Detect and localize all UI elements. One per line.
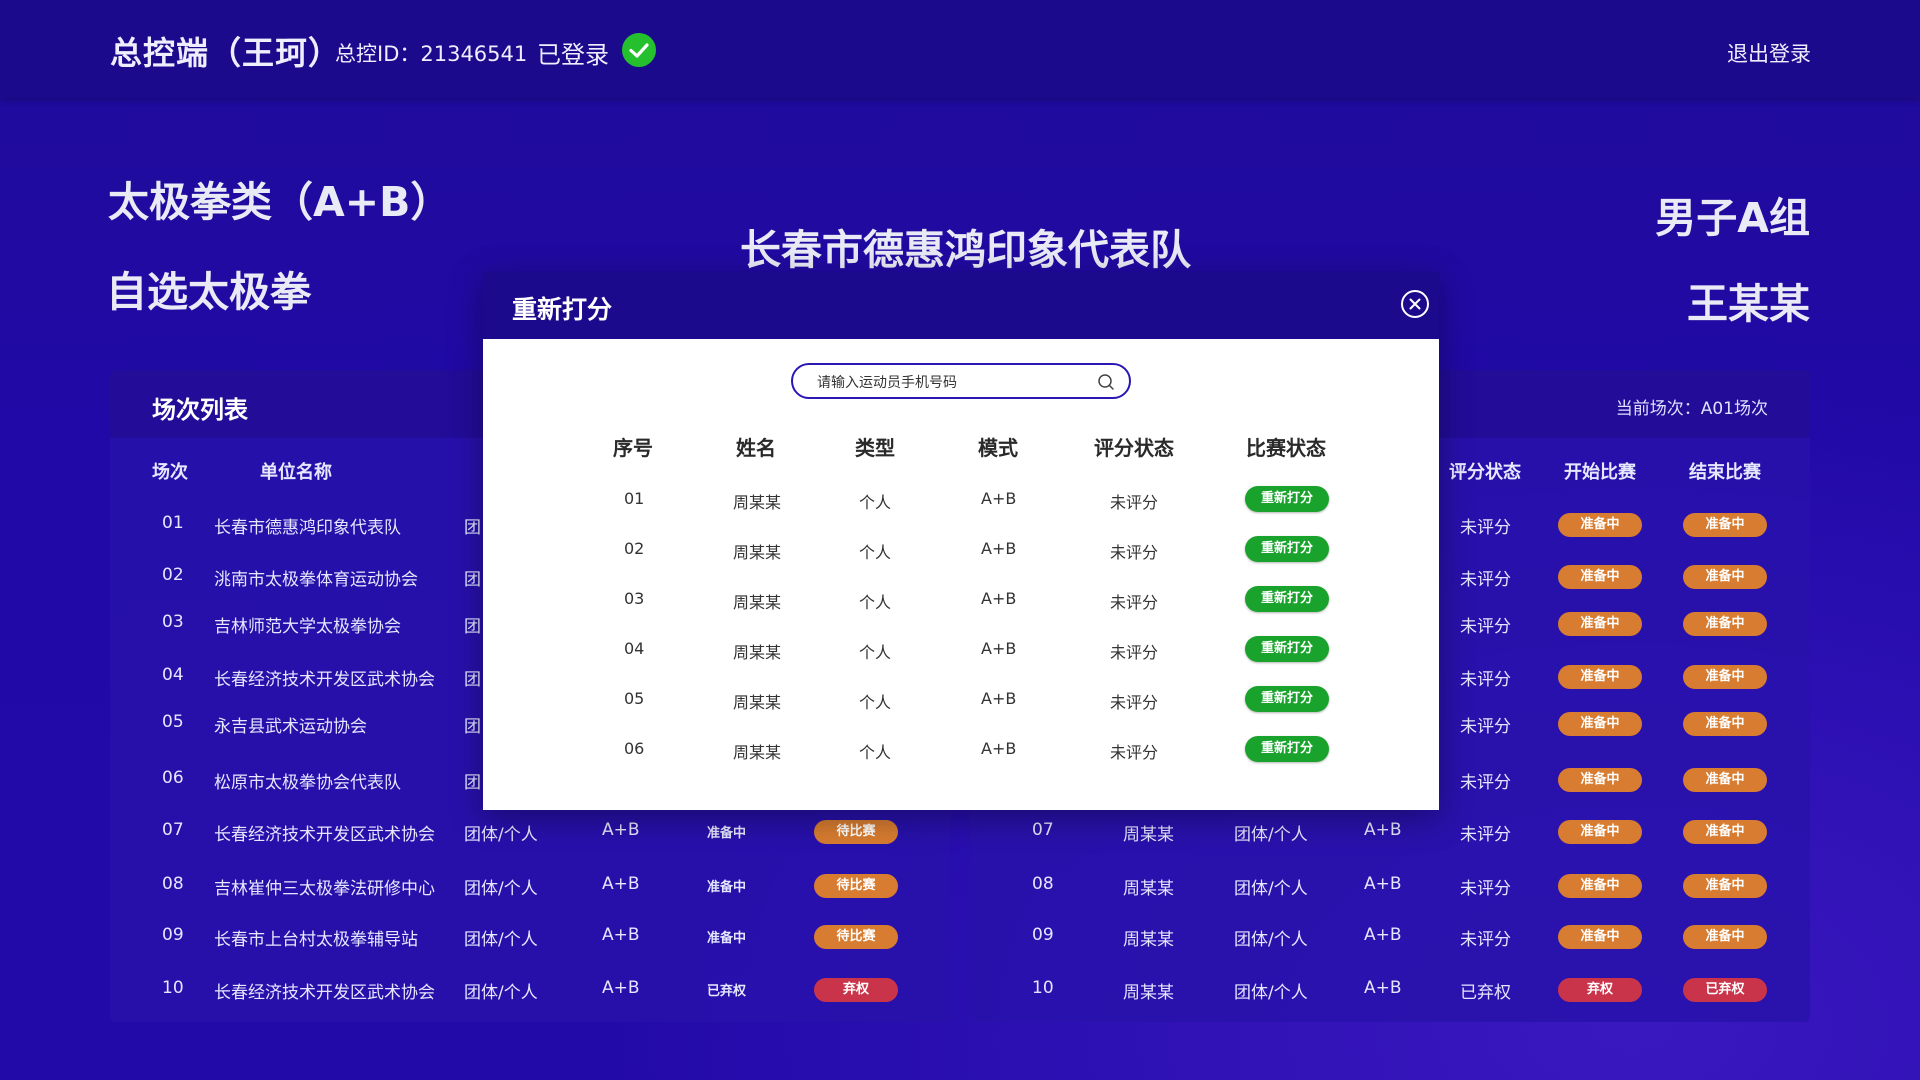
phone-search-input[interactable] xyxy=(815,372,1089,394)
mode: A+B xyxy=(981,639,1017,658)
score-status: 未评分 xyxy=(1110,693,1159,712)
rescore-dialog: 重新打分 序号 姓名 类型 模式 评分状态 比赛状态 01周某某个人A+B未评分… xyxy=(483,272,1439,810)
athlete-name: 周某某 xyxy=(733,693,782,712)
row-number: 06 xyxy=(624,739,645,758)
close-circle-icon[interactable] xyxy=(1401,290,1429,318)
table-row: 03 周某某 个人 A+B 未评分 重新打分 xyxy=(483,585,1439,615)
entry-type: 个人 xyxy=(859,593,892,612)
rescore-button[interactable]: 重新打分 xyxy=(1245,486,1329,512)
row-number: 05 xyxy=(624,689,645,708)
athlete-name: 周某某 xyxy=(733,593,782,612)
row-number: 04 xyxy=(624,639,645,658)
rescore-button[interactable]: 重新打分 xyxy=(1245,686,1329,712)
table-row: 04 周某某 个人 A+B 未评分 重新打分 xyxy=(483,635,1439,665)
dialog-header: 重新打分 xyxy=(483,272,1439,339)
rescore-button[interactable]: 重新打分 xyxy=(1245,586,1329,612)
search-icon[interactable] xyxy=(1097,373,1115,391)
column-header: 类型 xyxy=(855,436,895,460)
athlete-name: 周某某 xyxy=(733,543,782,562)
mode: A+B xyxy=(981,539,1017,558)
entry-type: 个人 xyxy=(859,493,892,512)
row-number: 01 xyxy=(624,489,645,508)
table-row: 05 周某某 个人 A+B 未评分 重新打分 xyxy=(483,685,1439,715)
entry-type: 个人 xyxy=(859,693,892,712)
entry-type: 个人 xyxy=(859,543,892,562)
column-header: 模式 xyxy=(978,436,1018,460)
table-row: 01 周某某 个人 A+B 未评分 重新打分 xyxy=(483,485,1439,515)
entry-type: 个人 xyxy=(859,743,892,762)
search-box xyxy=(791,363,1131,399)
athlete-name: 周某某 xyxy=(733,493,782,512)
athlete-name: 周某某 xyxy=(733,643,782,662)
column-header: 比赛状态 xyxy=(1246,436,1326,460)
table-row: 02 周某某 个人 A+B 未评分 重新打分 xyxy=(483,535,1439,565)
rescore-button[interactable]: 重新打分 xyxy=(1245,636,1329,662)
rescore-button[interactable]: 重新打分 xyxy=(1245,536,1329,562)
mode: A+B xyxy=(981,489,1017,508)
rescore-button[interactable]: 重新打分 xyxy=(1245,736,1329,762)
score-status: 未评分 xyxy=(1110,493,1159,512)
row-number: 03 xyxy=(624,589,645,608)
mode: A+B xyxy=(981,739,1017,758)
row-number: 02 xyxy=(624,539,645,558)
score-status: 未评分 xyxy=(1110,743,1159,762)
column-header: 序号 xyxy=(613,436,653,460)
mode: A+B xyxy=(981,689,1017,708)
table-row: 06 周某某 个人 A+B 未评分 重新打分 xyxy=(483,735,1439,765)
athlete-name: 周某某 xyxy=(733,743,782,762)
column-header: 姓名 xyxy=(736,436,776,460)
column-header: 评分状态 xyxy=(1094,436,1174,460)
score-status: 未评分 xyxy=(1110,543,1159,562)
mode: A+B xyxy=(981,589,1017,608)
score-status: 未评分 xyxy=(1110,643,1159,662)
entry-type: 个人 xyxy=(859,643,892,662)
dialog-title: 重新打分 xyxy=(512,295,613,324)
score-status: 未评分 xyxy=(1110,593,1159,612)
